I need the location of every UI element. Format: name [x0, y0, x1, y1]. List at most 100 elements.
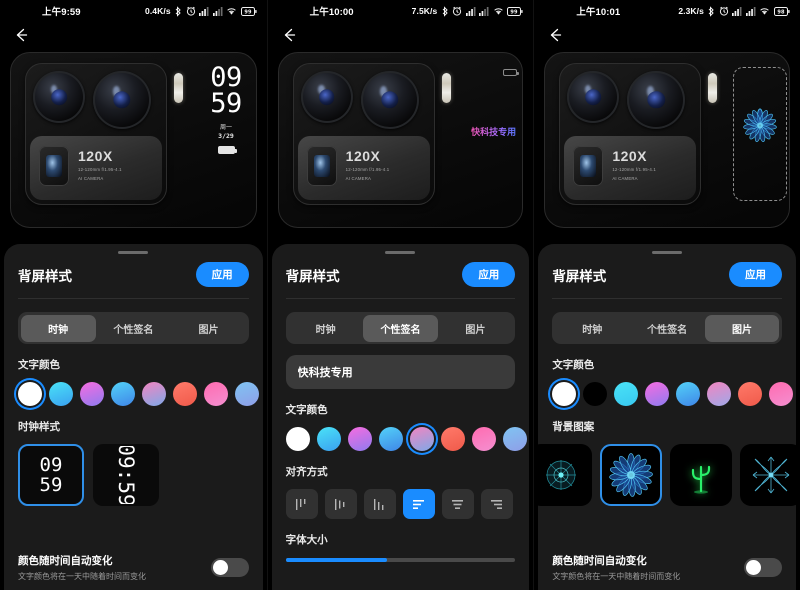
- color-swatch-white[interactable]: [285, 427, 310, 451]
- bg-pattern-options: [538, 444, 796, 506]
- bg-pattern-blue-flower[interactable]: [600, 444, 663, 506]
- sheet-grabber[interactable]: [652, 251, 683, 254]
- color-swatch-pink-blue[interactable]: [142, 382, 166, 406]
- phone-preview-image: 120X 12-120mm f/1.95-4.1 AI CAMERA: [542, 50, 792, 242]
- color-swatch-pink-magenta[interactable]: [769, 382, 794, 406]
- rear-clock: 09 59 周一 3/29: [197, 63, 255, 154]
- rear-battery-icon: [217, 146, 237, 154]
- text-color-swatches: [552, 382, 794, 406]
- apply-button[interactable]: 应用: [195, 262, 249, 287]
- color-swatch-sky-blue[interactable]: [111, 382, 135, 406]
- svg-text:99: 99: [244, 9, 252, 15]
- tab-signature[interactable]: 个性签名: [96, 315, 171, 342]
- color-swatch-cyan-blue[interactable]: [316, 427, 341, 451]
- tab-clock[interactable]: 时钟: [555, 315, 630, 342]
- auto-color-title: 颜色随时间自动变化: [18, 555, 113, 567]
- text-color-swatches: [18, 382, 259, 406]
- status-icons: 7.5K/s 99: [412, 5, 524, 17]
- color-swatch-black[interactable]: [583, 382, 608, 406]
- status-time: 上午9:59: [42, 7, 81, 18]
- rear-clock-weekday: 周一: [219, 125, 232, 131]
- align-vertical-bottom-icon[interactable]: [363, 489, 396, 519]
- status-time: 上午10:00: [309, 7, 354, 18]
- bg-pattern-blue-snowflake[interactable]: [740, 444, 796, 506]
- color-swatch-white[interactable]: [552, 382, 577, 406]
- color-swatch-pink-magenta[interactable]: [204, 382, 228, 406]
- color-swatch-pink-purple[interactable]: [80, 382, 104, 406]
- color-swatch-blue-steel[interactable]: [502, 427, 527, 451]
- color-swatch-pink-magenta[interactable]: [471, 427, 496, 451]
- battery-icon: 98: [773, 6, 790, 16]
- align-horizontal-right-icon[interactable]: [480, 489, 513, 519]
- bottom-sheet: 背屏样式 应用 时钟 个性签名 图片 文字颜色 对齐方式: [271, 244, 530, 590]
- camera-module: 120X 12-120mm f/1.95-4.1 AI CAMERA: [25, 63, 167, 205]
- status-time: 上午10:01: [576, 7, 621, 18]
- tab-image[interactable]: 图片: [171, 315, 246, 342]
- color-swatch-red-orange[interactable]: [440, 427, 465, 451]
- tab-image[interactable]: 图片: [704, 314, 780, 342]
- bg-pattern-green-cactus[interactable]: [670, 444, 733, 506]
- color-swatch-red-orange[interactable]: [738, 382, 763, 406]
- clock-style-stacked[interactable]: 09 59: [18, 444, 84, 506]
- bg-pattern-teal-burst[interactable]: [538, 444, 593, 506]
- sheet-divider: [552, 298, 782, 299]
- align-vertical-center-icon[interactable]: [324, 489, 357, 519]
- auto-color-toggle[interactable]: [743, 558, 782, 577]
- camera-lens-periscope: [39, 146, 69, 186]
- sheet-grabber[interactable]: [385, 251, 416, 254]
- bluetooth-icon: [174, 5, 182, 17]
- apply-button[interactable]: 应用: [728, 262, 782, 287]
- clock-style-rotated[interactable]: 09:59: [93, 444, 159, 506]
- align-label: 对齐方式: [285, 466, 328, 478]
- auto-color-toggle[interactable]: [210, 558, 249, 577]
- auto-color-row: 颜色随时间自动变化 文字颜色将在一天中随着时间而变化: [18, 553, 249, 582]
- color-swatch-sky-blue[interactable]: [676, 382, 701, 406]
- camera-zoom-label: 120X: [78, 148, 113, 164]
- color-swatch-white[interactable]: [18, 382, 42, 406]
- color-swatch-red-orange[interactable]: [173, 382, 197, 406]
- toggle-knob: [212, 560, 228, 575]
- tab-signature[interactable]: 个性签名: [630, 315, 705, 342]
- camera-module: 120X 12-120mm f/1.95-4.1 AI CAMERA: [559, 63, 702, 205]
- color-swatch-cyan[interactable]: [614, 382, 639, 406]
- status-icons: 0.4K/s 99: [145, 5, 257, 17]
- green-cactus-icon: [692, 465, 711, 494]
- sheet-grabber[interactable]: [118, 251, 149, 254]
- back-arrow-icon[interactable]: [546, 26, 564, 44]
- tab-signature[interactable]: 个性签名: [363, 314, 438, 342]
- clock-style-stacked-preview: 09 59: [20, 455, 82, 495]
- phone-body: 120X 12-120mm f/1.95-4.1 AI CAMERA 快科技专用: [277, 52, 524, 228]
- align-horizontal-left-icon[interactable]: [402, 489, 435, 519]
- auto-color-subtitle: 文字颜色将在一天中随着时间而变化: [18, 572, 146, 581]
- color-swatch-cyan-blue[interactable]: [49, 382, 73, 406]
- phone-body: 120X 12-120mm f/1.95-4.1 AI CAMERA 09 59…: [10, 52, 257, 228]
- back-arrow-icon[interactable]: [12, 26, 30, 44]
- blue-snowflake-icon: [753, 456, 790, 494]
- color-swatch-pink-blue[interactable]: [409, 427, 434, 451]
- color-swatch-pink-blue[interactable]: [707, 382, 732, 406]
- align-vertical-top-icon[interactable]: [285, 489, 318, 519]
- clock-style-stacked-top: 09: [39, 454, 63, 476]
- align-horizontal-center-icon[interactable]: [441, 489, 474, 519]
- camera-spec: 12-120mm f/1.95-4.1: [345, 167, 390, 172]
- apply-button[interactable]: 应用: [462, 262, 516, 287]
- text-color-label: 文字颜色: [552, 359, 595, 371]
- signature-input[interactable]: [285, 355, 516, 389]
- color-swatch-pink-purple[interactable]: [645, 382, 670, 406]
- camera-lens-periscope: [573, 146, 604, 186]
- camera-brand: AI CAMERA: [345, 176, 372, 182]
- tab-clock[interactable]: 时钟: [288, 315, 363, 342]
- clock-style-options: 09 59 09:59: [18, 444, 249, 506]
- back-arrow-icon[interactable]: [280, 26, 298, 44]
- tab-clock[interactable]: 时钟: [20, 314, 96, 342]
- color-swatch-sky-blue[interactable]: [378, 427, 403, 451]
- color-swatch-pink-purple[interactable]: [347, 427, 372, 451]
- rear-display-area: 快科技专用: [465, 63, 523, 205]
- rear-flower-pattern-icon: [743, 108, 778, 148]
- tab-image[interactable]: 图片: [438, 315, 513, 342]
- color-swatch-blue-steel[interactable]: [235, 382, 259, 406]
- screenshot-triptych: 上午9:59 0.4K/s 99 120X 12-120mm f/1.95-4.…: [0, 0, 800, 590]
- sheet-divider: [18, 298, 249, 299]
- font-size-slider[interactable]: [285, 558, 516, 562]
- auto-color-subtitle: 文字颜色将在一天中随着时间而变化: [552, 572, 681, 581]
